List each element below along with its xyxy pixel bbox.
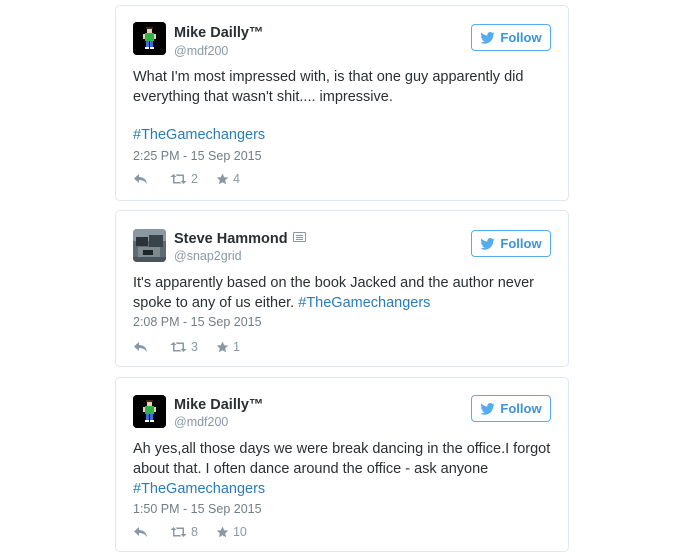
- star-icon: [216, 173, 229, 185]
- follow-button[interactable]: Follow: [471, 395, 551, 422]
- follow-button[interactable]: Follow: [471, 24, 551, 51]
- display-name[interactable]: Mike Dailly™: [174, 25, 263, 41]
- star-icon: [216, 341, 229, 353]
- twitter-bird-icon: [480, 402, 496, 415]
- retweet-count: 2: [191, 172, 198, 186]
- user-handle[interactable]: @snap2grid: [174, 249, 242, 263]
- avatar[interactable]: [133, 22, 166, 55]
- timestamp[interactable]: 1:50 PM - 15 Sep 2015: [133, 502, 262, 516]
- twitter-bird-icon: [480, 237, 496, 250]
- reply-button[interactable]: [133, 173, 148, 185]
- timestamp[interactable]: 2:08 PM - 15 Sep 2015: [133, 315, 262, 329]
- reply-button[interactable]: [133, 341, 148, 353]
- display-name[interactable]: Steve Hammond: [174, 231, 306, 247]
- favorite-count: 4: [232, 172, 240, 186]
- user-handle[interactable]: @mdf200: [174, 44, 228, 58]
- pixel-character-icon: [133, 395, 166, 428]
- display-name[interactable]: Mike Dailly™: [174, 397, 263, 413]
- follow-button[interactable]: Follow: [471, 230, 551, 257]
- reply-button[interactable]: [133, 526, 148, 538]
- tweet-actions: 2 4: [133, 172, 258, 186]
- follow-label: Follow: [500, 401, 542, 416]
- follow-label: Follow: [500, 30, 542, 45]
- pixel-character-icon: [133, 22, 166, 55]
- tweet-card: Steve Hammond @snap2grid Follow It's app…: [115, 210, 569, 367]
- hashtag-link[interactable]: #TheGamechangers: [298, 295, 430, 311]
- avatar[interactable]: [133, 229, 166, 262]
- favorite-button[interactable]: 1: [216, 340, 240, 354]
- tweet-text: Ah yes,all those days we were break danc…: [133, 441, 551, 477]
- favorite-count: 10: [232, 525, 247, 539]
- favorite-count: 1: [232, 340, 240, 354]
- hashtag-link[interactable]: #TheGamechangers: [133, 481, 265, 497]
- avatar[interactable]: [133, 395, 166, 428]
- retweet-count: 3: [191, 340, 198, 354]
- tweet-card: Mike Dailly™ @mdf200 Follow What I'm mos…: [115, 5, 569, 201]
- tweet-text: What I'm most impressed with, is that on…: [133, 69, 524, 105]
- follow-label: Follow: [500, 236, 542, 251]
- reply-icon: [134, 174, 147, 184]
- retweet-icon: [170, 174, 187, 184]
- card-icon: [292, 232, 306, 242]
- retweet-button[interactable]: 3: [170, 340, 198, 354]
- retweet-icon: [170, 527, 187, 537]
- reply-icon: [134, 527, 147, 537]
- tweet-card: Mike Dailly™ @mdf200 Follow Ah yes,all t…: [115, 377, 569, 552]
- retweet-button[interactable]: 8: [170, 525, 198, 539]
- retweet-icon: [170, 342, 187, 352]
- retweet-count: 8: [191, 525, 198, 539]
- tweet-text: It's apparently based on the book Jacked…: [133, 275, 534, 311]
- star-icon: [216, 526, 229, 538]
- timestamp[interactable]: 2:25 PM - 15 Sep 2015: [133, 149, 262, 163]
- reply-icon: [134, 342, 147, 352]
- favorite-button[interactable]: 4: [216, 172, 240, 186]
- retweet-button[interactable]: 2: [170, 172, 198, 186]
- twitter-bird-icon: [480, 31, 496, 44]
- user-handle[interactable]: @mdf200: [174, 415, 228, 429]
- favorite-button[interactable]: 10: [216, 525, 247, 539]
- photo-avatar: [133, 229, 166, 262]
- hashtag-link[interactable]: #TheGamechangers: [133, 127, 265, 143]
- tweet-actions: 8 10: [133, 525, 265, 539]
- tweet-actions: 3 1: [133, 340, 258, 354]
